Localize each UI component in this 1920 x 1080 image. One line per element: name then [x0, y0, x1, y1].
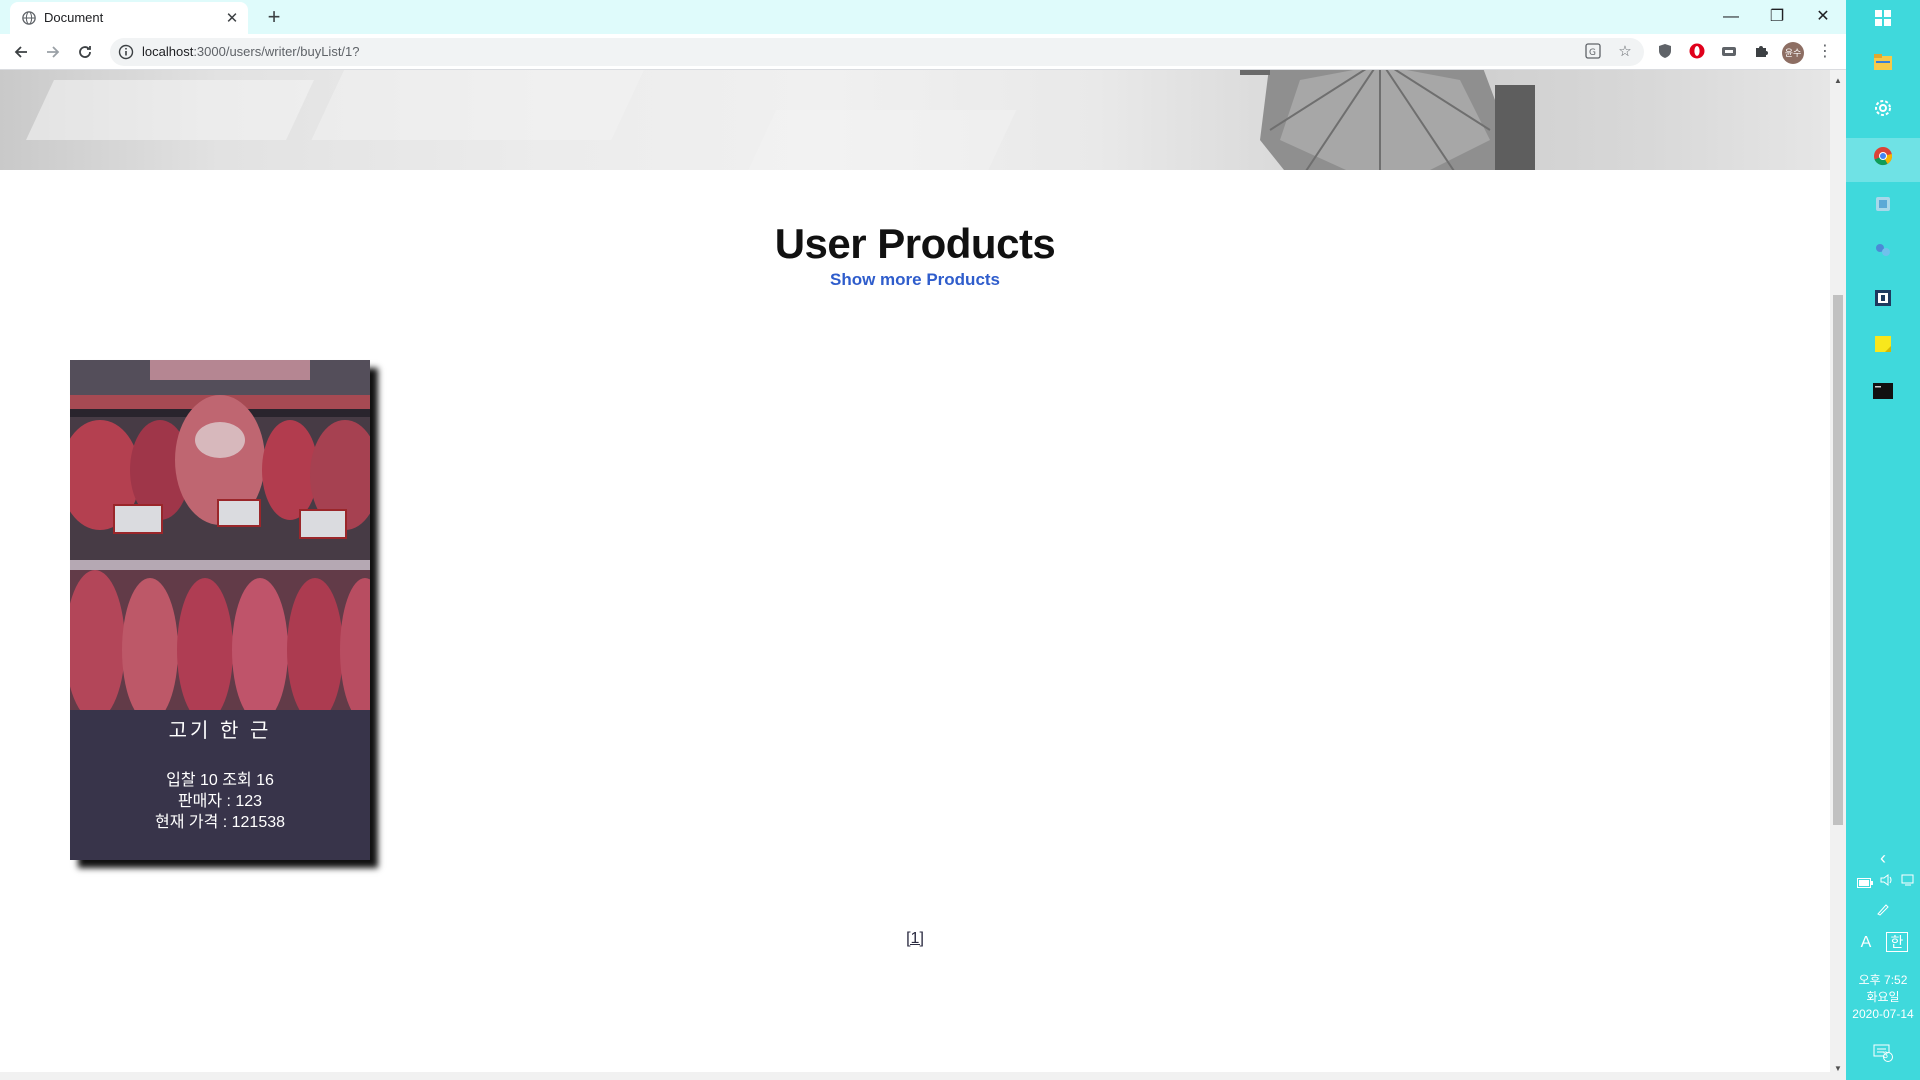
opera-icon[interactable]: [1688, 43, 1706, 61]
page-title: User Products: [774, 220, 1056, 267]
forward-arrow-icon[interactable]: [40, 39, 66, 65]
sticky-notes-icon[interactable]: [1870, 334, 1896, 360]
network-icon[interactable]: [1900, 874, 1918, 889]
notification-count: 3: [1883, 1050, 1889, 1060]
pagination-page-1[interactable]: [1]: [906, 930, 924, 947]
ime-hangul-toggle[interactable]: 한: [1886, 932, 1908, 952]
puzzle-icon[interactable]: [1752, 43, 1770, 61]
url-text[interactable]: localhost:3000/users/writer/buyList/1?: [142, 44, 360, 59]
battery-icon[interactable]: [1856, 876, 1874, 891]
globe-icon: [22, 11, 36, 25]
product-stats: 입찰 10 조회 16: [166, 772, 274, 789]
bookmark-star-icon[interactable]: ☆: [1616, 43, 1634, 61]
menu-dots-icon[interactable]: ⋮: [1816, 41, 1834, 63]
pagination: [1]: [0, 930, 1830, 948]
address-bar[interactable]: localhost:3000/users/writer/buyList/1? G…: [110, 38, 1644, 66]
vscode-icon[interactable]: [1870, 240, 1896, 266]
pen-icon[interactable]: [1870, 902, 1896, 919]
terminal-icon[interactable]: [1870, 380, 1896, 406]
clock-date: 2020-07-14: [1852, 1007, 1914, 1021]
tab-document[interactable]: Document ✕: [10, 2, 248, 34]
tab-strip: Document ✕ + — ❐ ✕: [0, 0, 1846, 34]
windows-taskbar: ‹ A 한 오후 7:52 화요일 2020-07-14 3: [1846, 0, 1920, 1080]
product-title: 고기 한 근: [168, 720, 272, 742]
notification-center-icon[interactable]: 3: [1870, 1044, 1896, 1066]
kettle-image: [1240, 70, 1535, 170]
restore-button[interactable]: ❐: [1754, 4, 1800, 30]
product-card[interactable]: 고기 한 근 입찰 10 조회 16 판매자 : 123 현재 가격 : 121…: [70, 360, 370, 860]
hero-banner-image: [0, 70, 1830, 170]
page-viewport: User Products Show more Products 고기 한 근 …: [0, 70, 1830, 1072]
browser-chrome: Document ✕ + — ❐ ✕ localhost:3000/users/…: [0, 0, 1846, 70]
product-seller: 판매자 : 123: [177, 793, 263, 810]
scroll-down-icon[interactable]: ▼: [1830, 1064, 1846, 1073]
app-icon[interactable]: [1870, 194, 1896, 220]
scroll-up-icon[interactable]: ▲: [1830, 76, 1846, 85]
product-meta: 입찰 10 조회 16 판매자 : 123 현재 가격 : 121538: [70, 770, 370, 833]
shield-icon[interactable]: [1656, 43, 1674, 61]
back-arrow-icon[interactable]: [8, 39, 34, 65]
reload-icon[interactable]: [72, 39, 98, 65]
translate-icon[interactable]: G: [1584, 43, 1602, 61]
minimize-button[interactable]: —: [1708, 4, 1754, 30]
svg-text:G: G: [1589, 48, 1596, 58]
browser-toolbar: localhost:3000/users/writer/buyList/1? G…: [0, 34, 1846, 70]
tray-chevron-icon[interactable]: ‹: [1870, 848, 1896, 869]
page-bottom-strip: [0, 1072, 1846, 1080]
settings-gear-icon[interactable]: [1870, 98, 1896, 124]
vertical-scrollbar[interactable]: ▲ ▼: [1830, 70, 1846, 1080]
volume-icon[interactable]: [1878, 874, 1896, 889]
product-price: 현재 가격 : 121538: [154, 814, 286, 831]
chrome-icon[interactable]: [1870, 146, 1896, 172]
windows-start-icon[interactable]: [1870, 8, 1896, 34]
notepad-icon[interactable]: [1870, 288, 1896, 314]
close-window-button[interactable]: ✕: [1800, 4, 1846, 30]
ime-mode-a[interactable]: A: [1856, 934, 1876, 952]
product-image: [70, 360, 370, 710]
profile-avatar[interactable]: 윤수: [1782, 42, 1804, 64]
scrollbar-thumb[interactable]: [1833, 295, 1843, 825]
tab-title: Document: [44, 10, 104, 25]
info-icon[interactable]: [118, 44, 134, 60]
cast-icon[interactable]: [1720, 43, 1738, 61]
system-clock[interactable]: 오후 7:52 화요일 2020-07-14: [1846, 972, 1920, 1023]
new-tab-button[interactable]: +: [262, 4, 286, 30]
file-explorer-icon[interactable]: [1870, 52, 1896, 78]
clock-time: 오후 7:52: [1858, 973, 1908, 987]
clock-day: 화요일: [1866, 990, 1900, 1004]
show-more-products-link[interactable]: Show more Products: [0, 270, 1830, 290]
tab-close-icon[interactable]: ✕: [224, 9, 240, 27]
